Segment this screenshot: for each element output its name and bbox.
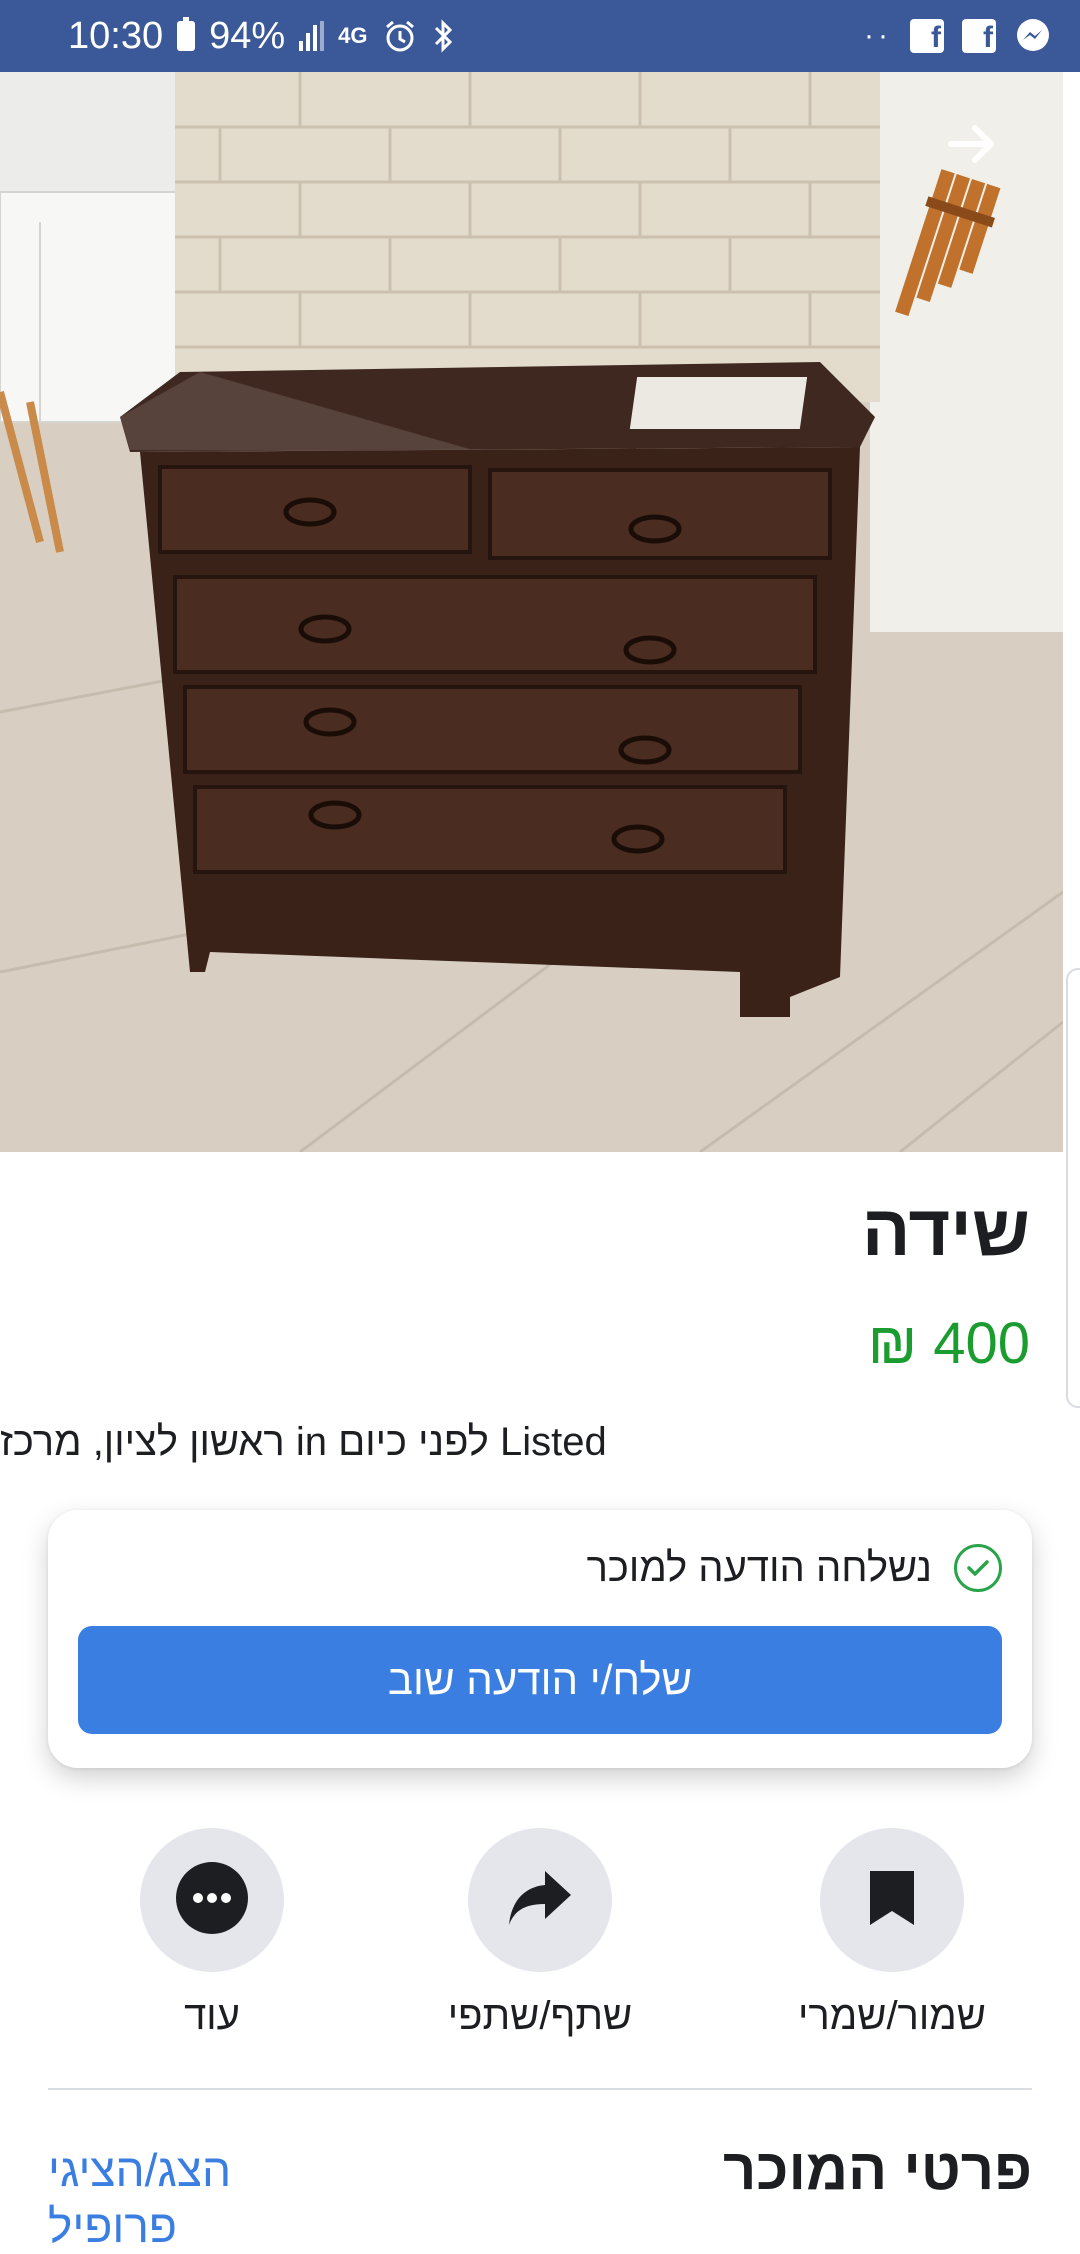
listing-photo[interactable]: [0, 72, 1063, 1152]
battery-percent: 94%: [209, 14, 286, 57]
side-panel-tab[interactable]: [1066, 968, 1080, 1408]
listing-title: שידה: [861, 1191, 1030, 1271]
facebook-icon: f: [910, 19, 944, 53]
save-button[interactable]: [820, 1828, 964, 1972]
listing-actions: שמור/שמרי שתף/שתפי עוד: [0, 1828, 1080, 2048]
listing-location: ראשון לציון, מרכז in לפני כיום Listed: [0, 1420, 607, 1464]
bookmark-icon: [866, 1867, 918, 1934]
share-icon: [505, 1867, 575, 1934]
more-action[interactable]: עוד: [52, 1828, 372, 2048]
seller-details-heading: פרטי המוכר: [722, 2137, 1032, 2202]
status-bar: 10:30 94% 4G ·· f f: [0, 0, 1080, 72]
alarm-icon: [382, 18, 418, 54]
more-notifications-icon: ··: [864, 19, 892, 52]
more-button[interactable]: [140, 1828, 284, 1972]
battery-icon: [177, 17, 196, 51]
messenger-icon: [1014, 17, 1052, 55]
more-label: עוד: [184, 1994, 240, 2038]
view-seller-profile-link[interactable]: הצג/הציגי פרופיל: [48, 2142, 288, 2254]
save-label: שמור/שמרי: [798, 1994, 986, 2038]
share-label: שתף/שתפי: [447, 1994, 633, 2038]
network-type: 4G: [338, 23, 368, 48]
bluetooth-icon: [432, 18, 456, 54]
status-time: 10:30: [68, 14, 164, 57]
message-seller-card: נשלחה הודעה למוכר שלח/י הודעה שוב: [48, 1510, 1032, 1768]
check-circle-icon: [954, 1544, 1002, 1592]
share-action[interactable]: שתף/שתפי: [380, 1828, 700, 2048]
save-action[interactable]: שמור/שמרי: [732, 1828, 1052, 2048]
listing-price: 400 ₪: [867, 1311, 1030, 1376]
message-sent-status: נשלחה הודעה למוכר: [587, 1544, 1002, 1592]
next-photo-arrow-icon[interactable]: [943, 114, 1003, 174]
send-message-again-button[interactable]: שלח/י הודעה שוב: [78, 1626, 1002, 1734]
facebook-icon: f: [962, 19, 996, 53]
message-sent-text: נשלחה הודעה למוכר: [586, 1545, 932, 1590]
more-icon: [176, 1861, 248, 1939]
section-divider: [48, 2088, 1032, 2090]
share-button[interactable]: [468, 1828, 612, 1972]
signal-icon: [299, 21, 325, 51]
